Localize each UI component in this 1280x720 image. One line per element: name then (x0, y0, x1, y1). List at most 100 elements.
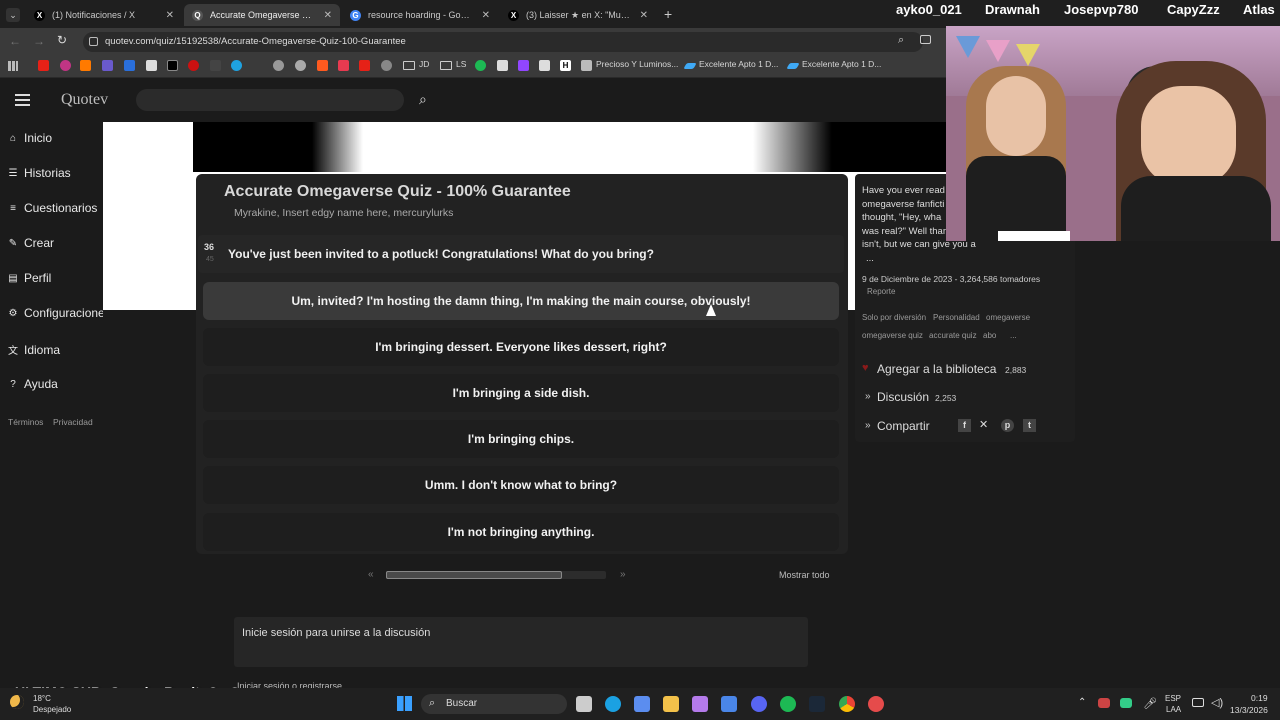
prev-page-button[interactable]: « (368, 569, 374, 580)
x-share-icon[interactable]: ✕ (979, 418, 988, 431)
answer-option[interactable]: I'm bringing dessert. Everyone likes des… (203, 328, 839, 366)
network-icon[interactable] (1192, 698, 1204, 707)
tab-list-chevron-icon[interactable]: ⌄ (6, 8, 20, 22)
sidebar-item-ayuda[interactable]: ? Ayuda (8, 377, 58, 391)
close-icon[interactable]: ✕ (166, 10, 174, 21)
hamburger-menu-icon[interactable] (15, 94, 30, 106)
bookmark-folder-ls[interactable]: LS (456, 59, 466, 69)
bookmark-icon[interactable] (102, 60, 113, 71)
tab-notifications[interactable]: X (1) Notificaciones / X ✕ (26, 4, 182, 26)
tab-google[interactable]: G resource hoarding - Google Search ✕ (342, 4, 498, 26)
add-to-library-button[interactable]: Agregar a la biblioteca (877, 362, 996, 376)
answer-option[interactable]: I'm bringing chips. (203, 420, 839, 458)
discussion-link[interactable]: Discusión (877, 390, 929, 404)
quiz-authors[interactable]: Myrakine, Insert edgy name here, mercury… (234, 207, 453, 219)
bookmark-icon[interactable] (210, 60, 221, 71)
mail-icon[interactable] (721, 696, 737, 712)
site-info-icon[interactable] (89, 37, 98, 46)
bookmark-icon[interactable] (338, 60, 349, 71)
language-indicator[interactable]: ESP (1165, 694, 1181, 703)
sidebar-item-idioma[interactable]: 文 Idioma (8, 342, 60, 358)
tag-link[interactable]: abo (983, 331, 996, 340)
bookmark-icon[interactable] (539, 60, 550, 71)
store-icon[interactable] (634, 696, 650, 712)
bookmark-icon[interactable] (475, 60, 486, 71)
discussion-box[interactable]: Inicie sesión para unirse a la discusión (234, 617, 808, 667)
globe-icon[interactable] (273, 60, 284, 71)
discord-icon[interactable] (751, 696, 767, 712)
sidebar-item-crear[interactable]: ✎ Crear (8, 236, 54, 250)
task-view-icon[interactable] (576, 696, 592, 712)
show-all-link[interactable]: Mostrar todo (779, 570, 830, 580)
microphone-icon[interactable]: 🎤︎ (1143, 697, 1157, 710)
spotify-icon[interactable] (780, 696, 796, 712)
clock-date[interactable]: 13/3/2026 (1230, 705, 1268, 715)
answer-option[interactable]: Um, invited? I'm hosting the damn thing,… (203, 282, 839, 320)
sidebar-item-configuraciones[interactable]: ⚙ Configuraciones (8, 306, 111, 320)
bookmark-icon[interactable] (188, 60, 199, 71)
bookmark-link[interactable]: Precioso Y Luminos... (596, 59, 678, 69)
copilot-icon[interactable] (692, 696, 708, 712)
taskbar-search[interactable]: Buscar (421, 694, 567, 714)
weather-text[interactable]: Despejado (33, 705, 71, 714)
new-tab-plus-icon[interactable]: + (664, 6, 672, 22)
url-field[interactable]: quotev.com/quiz/15192538/Accurate-Omegav… (83, 32, 923, 52)
tag-link[interactable]: accurate quiz (929, 331, 977, 340)
chrome-icon[interactable] (839, 696, 855, 712)
report-link[interactable]: Reporte (867, 287, 895, 296)
x-icon[interactable] (167, 60, 178, 71)
site-logo[interactable]: Quotev (61, 91, 108, 109)
tab-laisser[interactable]: X (3) Laisser ★ en X: "Muñecos de ✕ (500, 4, 656, 26)
youtube-icon[interactable] (359, 60, 370, 71)
bookmark-icon[interactable] (146, 60, 157, 71)
search-icon[interactable]: ⌕ (419, 91, 427, 108)
privacy-link[interactable]: Privacidad (53, 417, 93, 427)
tag-link[interactable]: Personalidad (933, 313, 980, 322)
bookmark-icon[interactable] (317, 60, 328, 71)
facebook-icon[interactable]: f (958, 419, 971, 432)
close-icon[interactable]: ✕ (482, 10, 490, 21)
bookmark-icon[interactable] (124, 60, 135, 71)
tumblr-icon[interactable]: t (1023, 419, 1036, 432)
next-page-button[interactable]: » (620, 569, 626, 580)
chevron-up-icon[interactable]: ⌃ (1078, 697, 1086, 708)
apps-grid-icon[interactable] (8, 61, 18, 71)
bookmark-folder-jd[interactable]: JD (419, 59, 429, 69)
sidebar-item-inicio[interactable]: ⌂ Inicio (8, 131, 52, 145)
terms-link[interactable]: Términos (8, 417, 43, 427)
volume-icon[interactable]: ◁) (1211, 696, 1223, 709)
forward-arrow-icon[interactable]: → (33, 34, 45, 48)
sidebar-item-cuestionarios[interactable]: ≡ Cuestionarios (8, 201, 97, 215)
weather-temp[interactable]: 18°C (33, 694, 51, 703)
close-icon[interactable]: ✕ (640, 10, 648, 21)
answer-option[interactable]: Umm. I don't know what to bring? (203, 466, 839, 504)
tag-link[interactable]: omegaverse quiz (862, 331, 923, 340)
bookmark-icon[interactable] (80, 60, 91, 71)
tag-link[interactable]: Solo por diversión (862, 313, 926, 322)
edge-icon[interactable] (605, 696, 621, 712)
more-tags-link[interactable]: ... (1010, 331, 1017, 340)
back-arrow-icon[interactable]: ← (9, 34, 21, 48)
obs-icon[interactable] (868, 696, 884, 712)
folder-icon[interactable] (403, 61, 415, 70)
instagram-icon[interactable] (60, 60, 71, 71)
cast-icon[interactable] (920, 35, 931, 44)
site-search-input[interactable] (136, 89, 404, 111)
answer-option[interactable]: I'm bringing a side dish. (203, 374, 839, 412)
folder-icon[interactable] (440, 61, 452, 70)
close-icon[interactable]: ✕ (324, 10, 332, 21)
sidebar-item-perfil[interactable]: ▤ Perfil (8, 271, 51, 285)
clock-time[interactable]: 0:19 (1251, 693, 1268, 703)
zoom-icon[interactable]: ⌕ (898, 34, 904, 47)
tag-link[interactable]: omegaverse (986, 313, 1030, 322)
tray-app-icon[interactable] (1098, 698, 1110, 708)
bookmark-icon[interactable] (497, 60, 508, 71)
reload-icon[interactable]: ↻ (57, 33, 67, 47)
globe-icon[interactable] (381, 60, 392, 71)
youtube-icon[interactable] (38, 60, 49, 71)
file-explorer-icon[interactable] (663, 696, 679, 712)
bookmark-link[interactable]: Excelente Apto 1 D... (699, 59, 778, 69)
bookmark-icon[interactable] (295, 60, 306, 71)
tray-app-icon[interactable] (1120, 698, 1132, 708)
language-indicator[interactable]: LAA (1166, 705, 1181, 714)
